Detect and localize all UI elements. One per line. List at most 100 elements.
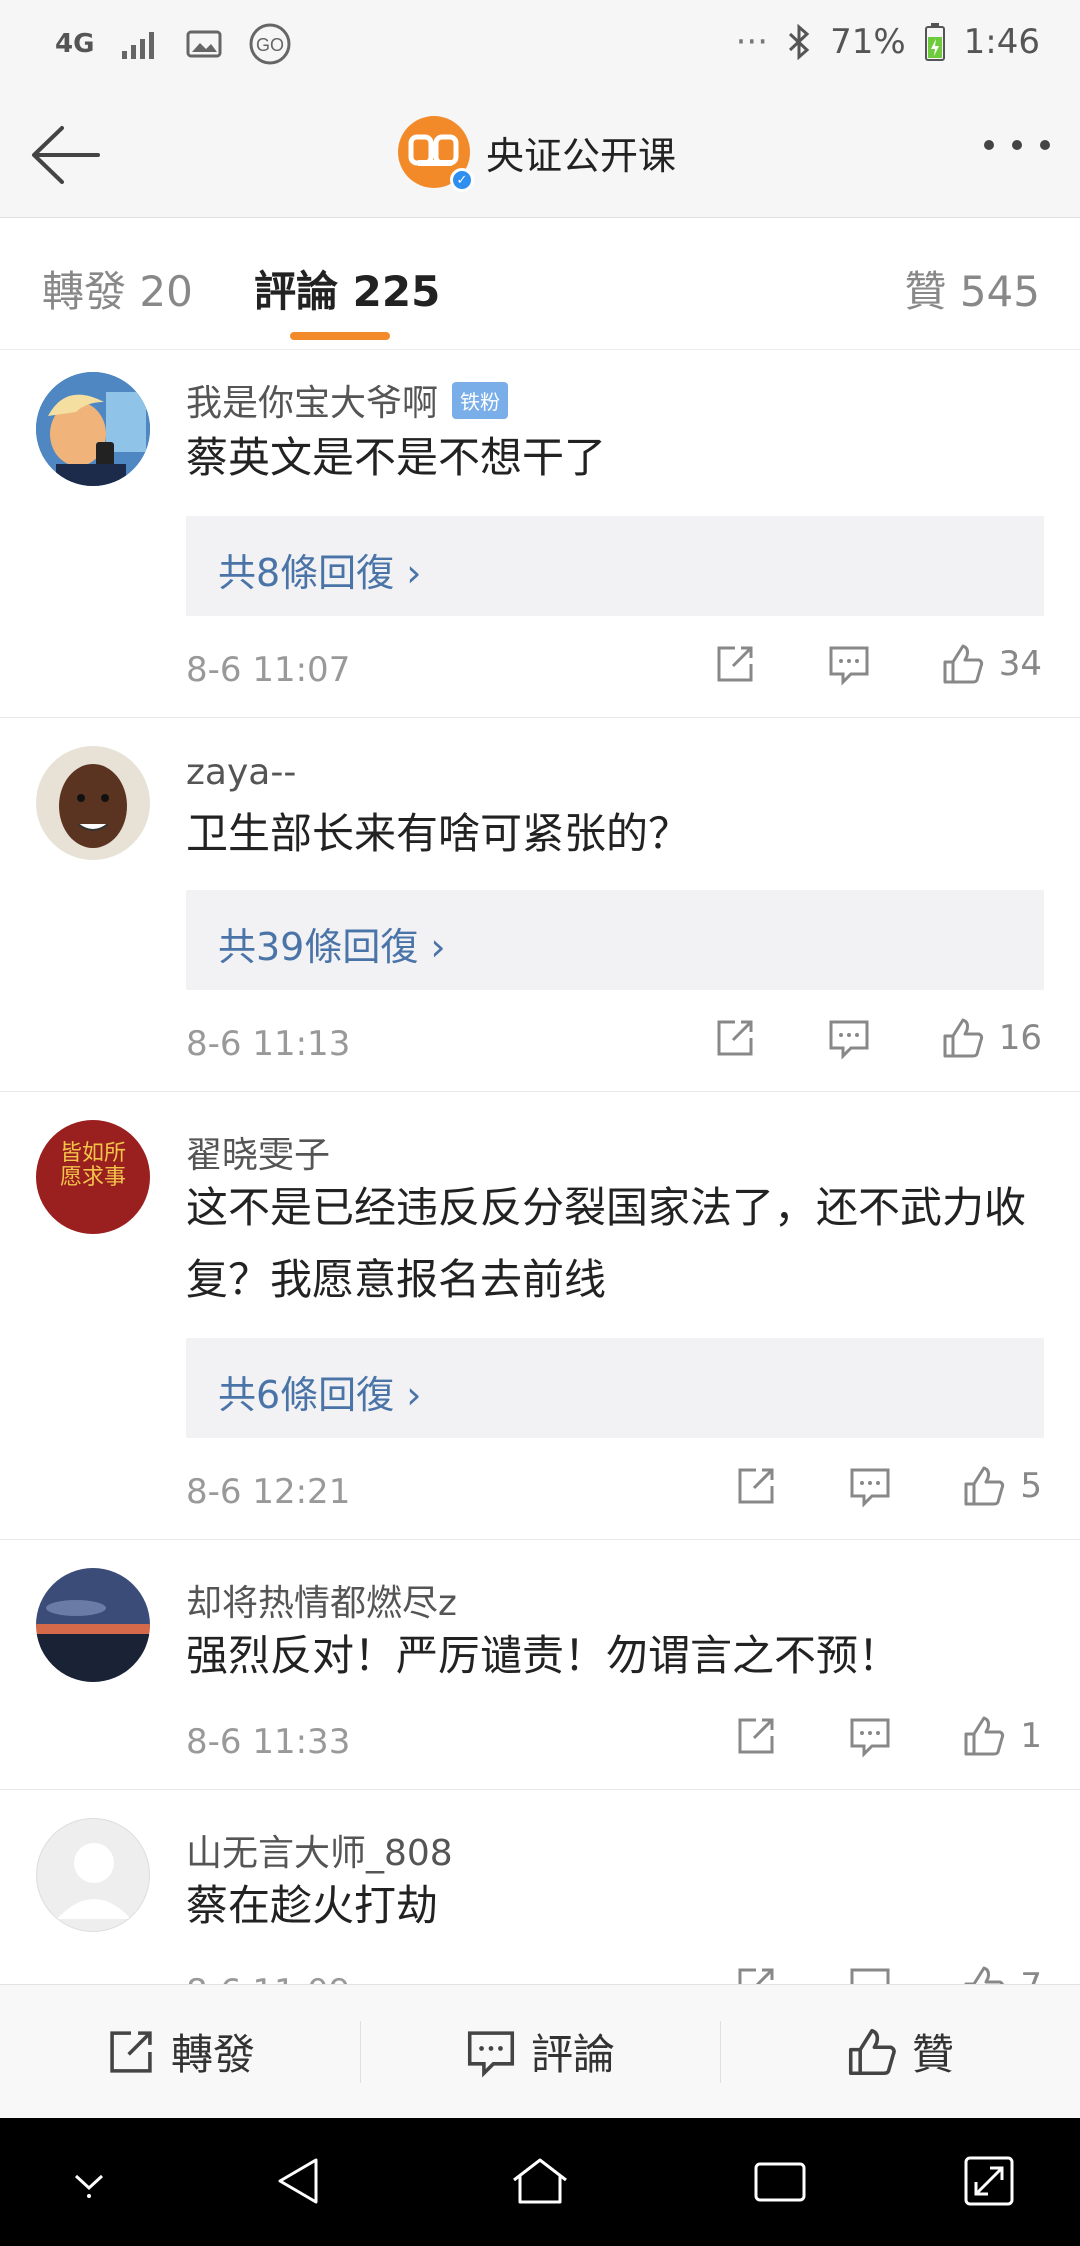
clock: 1:46 <box>963 22 1040 62</box>
author-name[interactable]: 翟晓雯子 <box>186 1126 330 1178</box>
comment-actions: 34 <box>643 642 1042 686</box>
tab-comments[interactable]: 評論 225 <box>254 258 440 319</box>
nav-recents-icon[interactable] <box>752 2154 808 2208</box>
author-name[interactable]: 却将热情都燃尽z <box>186 1574 457 1626</box>
avatar[interactable] <box>36 1818 150 1932</box>
thumbs-up-icon[interactable] <box>962 1964 1006 1984</box>
comment-content: 蔡在趁火打劫 <box>186 1881 439 1930</box>
share-icon[interactable] <box>713 1016 757 1060</box>
thumbs-up-icon[interactable] <box>962 1714 1006 1758</box>
chevron-down-icon[interactable] <box>62 2154 116 2208</box>
avatar[interactable] <box>36 372 150 486</box>
avatar-image <box>36 746 150 860</box>
replies-link[interactable]: 共8條回復 › <box>186 516 1044 616</box>
share-icon[interactable] <box>734 1964 778 1984</box>
comment-icon[interactable] <box>827 642 871 686</box>
comment-author[interactable]: 却将热情都燃尽z <box>186 1574 457 1626</box>
tab-reposts[interactable]: 轉發 20 <box>42 258 193 319</box>
comment-author[interactable]: zaya-- <box>186 752 296 793</box>
replies-label[interactable]: 共39條回復 › <box>218 916 446 971</box>
author-name[interactable]: 我是你宝大爷啊 <box>186 374 438 426</box>
nav-home-icon[interactable] <box>510 2154 570 2208</box>
replies-label[interactable]: 共6條回復 › <box>218 1364 421 1419</box>
avatar-image <box>36 372 150 486</box>
status-bar: 4G GO ··· 71% 1:46 <box>0 0 1080 92</box>
share-icon[interactable] <box>734 1464 778 1508</box>
svg-text:GO: GO <box>256 35 284 55</box>
comment-content: 卫生部长来有啥可紧张的？ <box>186 809 691 858</box>
page-title: 央证公开课 <box>486 133 677 178</box>
author-name[interactable]: 山无言大师_808 <box>186 1824 453 1876</box>
status-left: 4G GO <box>55 22 292 66</box>
avatar[interactable] <box>36 1568 150 1682</box>
image-icon <box>186 30 222 58</box>
bottom-action-bar: 轉發 評論 贊 <box>0 1984 1080 2118</box>
comment-content: 强烈反对！严厉谴责！勿谓言之不预！ <box>186 1631 901 1680</box>
comment-icon[interactable] <box>848 1464 892 1508</box>
comment-author[interactable]: 山无言大师_808 <box>186 1824 453 1876</box>
signal-icon <box>122 32 155 59</box>
go-icon: GO <box>249 23 291 65</box>
tab-likes[interactable]: 贊 545 <box>904 258 1040 319</box>
comment-author[interactable]: 我是你宝大爷啊 铁粉 <box>186 374 509 426</box>
comment-item: 皆如所愿求事 翟晓雯子 这不是已经违反反分裂国家法了，还不武力收复？我愿意报名去… <box>0 1092 1080 1540</box>
thumbs-up-icon <box>848 2028 896 2075</box>
header: ✓ 央证公开课 <box>0 92 1080 218</box>
comment-item: zaya-- 卫生部长来有啥可紧张的？ 共39條回復 › 8-6 11:13 1… <box>0 718 1080 1092</box>
comment-author[interactable]: 翟晓雯子 <box>186 1126 330 1178</box>
share-icon[interactable] <box>713 642 757 686</box>
repost-label: 轉發 <box>170 2030 255 2079</box>
comment-icon[interactable] <box>827 1016 871 1060</box>
comment-button[interactable]: 評論 <box>360 1985 720 2118</box>
comment-time: 8-6 12:21 <box>186 1472 351 1512</box>
comment-actions: 16 <box>643 1016 1042 1060</box>
more-dots-icon[interactable] <box>984 140 1050 150</box>
active-tab-indicator <box>290 332 390 340</box>
comment-actions: 1 <box>664 1714 1042 1758</box>
like-count: 5 <box>1020 1466 1042 1506</box>
like-count: 1 <box>1020 1716 1042 1756</box>
share-icon <box>110 2030 152 2073</box>
fan-badge: 铁粉 <box>452 381 509 419</box>
like-button[interactable]: 贊 <box>720 1985 1080 2118</box>
account-brand[interactable]: ✓ 央证公开课 <box>398 116 677 192</box>
battery-icon <box>924 23 945 61</box>
system-nav-bar <box>0 2118 1080 2246</box>
expand-icon[interactable] <box>962 2154 1016 2208</box>
avatar-image <box>36 1568 150 1682</box>
verified-icon: ✓ <box>450 168 474 192</box>
repost-button[interactable]: 轉發 <box>0 1985 360 2118</box>
comment-actions: 5 <box>664 1464 1042 1508</box>
like-count: 7 <box>1020 1966 1042 1984</box>
comment-time: 8-6 11:07 <box>186 650 351 690</box>
like-count: 34 <box>998 644 1042 684</box>
comment-item: 山无言大师_808 蔡在趁火打劫 8-6 11:09 7 <box>0 1790 1080 1984</box>
thumbs-up-icon[interactable] <box>941 1016 985 1060</box>
replies-link[interactable]: 共6條回復 › <box>186 1338 1044 1438</box>
thumbs-up-icon[interactable] <box>941 642 985 686</box>
comment-icon[interactable] <box>848 1714 892 1758</box>
bluetooth-icon <box>789 24 810 60</box>
avatar-calligraphy: 皆如所愿求事 <box>59 1141 126 1190</box>
comment-content: 蔡英文是不是不想干了 <box>186 433 607 482</box>
share-icon[interactable] <box>734 1714 778 1758</box>
avatar[interactable]: 皆如所愿求事 <box>36 1120 150 1234</box>
comment-item: 我是你宝大爷啊 铁粉 蔡英文是不是不想干了 共8條回復 › 8-6 11:07 … <box>0 350 1080 718</box>
author-name[interactable]: zaya-- <box>186 752 296 793</box>
replies-label[interactable]: 共8條回復 › <box>218 542 421 597</box>
comment-item: 却将热情都燃尽z 强烈反对！严厉谴责！勿谓言之不预！ 8-6 11:33 1 <box>0 1540 1080 1790</box>
like-count: 16 <box>998 1018 1042 1058</box>
avatar[interactable] <box>36 746 150 860</box>
comment-content: 这不是已经违反反分裂国家法了，还不武力收复？我愿意报名去前线 <box>186 1183 1027 1304</box>
replies-link[interactable]: 共39條回復 › <box>186 890 1044 990</box>
back-arrow-icon[interactable] <box>28 120 104 190</box>
comment-time: 8-6 11:33 <box>186 1722 351 1762</box>
nav-back-icon[interactable] <box>272 2154 326 2208</box>
ellipsis-icon: ··· <box>735 22 769 62</box>
account-logo: ✓ <box>398 116 474 192</box>
like-label: 贊 <box>911 2030 954 2079</box>
comment-label: 評論 <box>530 2030 615 2079</box>
comment-icon[interactable] <box>848 1964 892 1984</box>
battery-percent: 71% <box>830 22 906 62</box>
thumbs-up-icon[interactable] <box>962 1464 1006 1508</box>
